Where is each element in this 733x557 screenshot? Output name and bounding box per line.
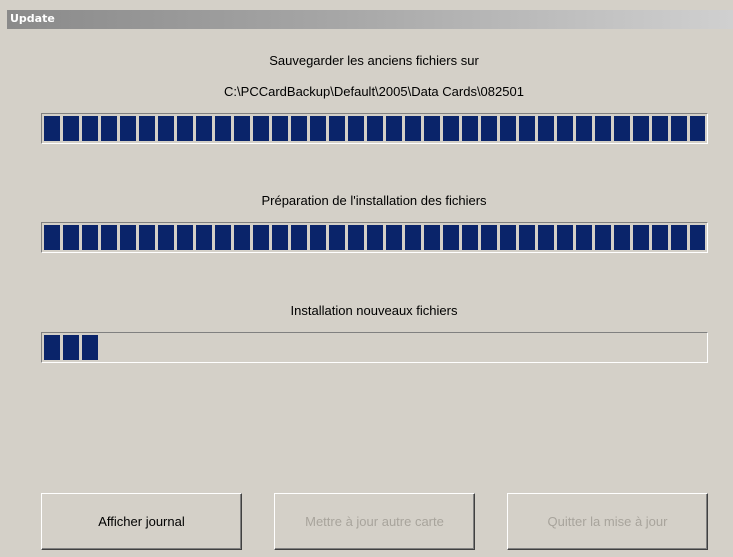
quit-update-button[interactable]: Quitter la mise à jour <box>507 493 708 550</box>
prepare-step-label: Préparation de l'installation des fichie… <box>261 193 487 208</box>
show-log-button-label: Afficher journal <box>98 514 185 529</box>
install-progress-bar <box>41 332 708 363</box>
show-log-button[interactable]: Afficher journal <box>41 493 242 550</box>
backup-progress-fill <box>44 116 705 141</box>
title-bar[interactable]: Update <box>7 10 733 29</box>
update-window: Update Sauvegarder les anciens fichiers … <box>0 0 733 557</box>
prepare-progress-fill <box>44 225 705 250</box>
prepare-progress-bar <box>41 222 708 253</box>
quit-update-button-label: Quitter la mise à jour <box>547 514 668 529</box>
install-progress-fill <box>44 335 101 360</box>
window-title: Update <box>10 12 55 25</box>
backup-path: C:\PCCardBackup\Default\2005\Data Cards\… <box>224 84 524 99</box>
backup-progress-bar <box>41 113 708 144</box>
update-other-card-button[interactable]: Mettre à jour autre carte <box>274 493 475 550</box>
update-other-card-button-label: Mettre à jour autre carte <box>305 514 444 529</box>
backup-step-label: Sauvegarder les anciens fichiers sur <box>269 53 479 68</box>
install-step-label: Installation nouveaux fichiers <box>290 303 458 318</box>
